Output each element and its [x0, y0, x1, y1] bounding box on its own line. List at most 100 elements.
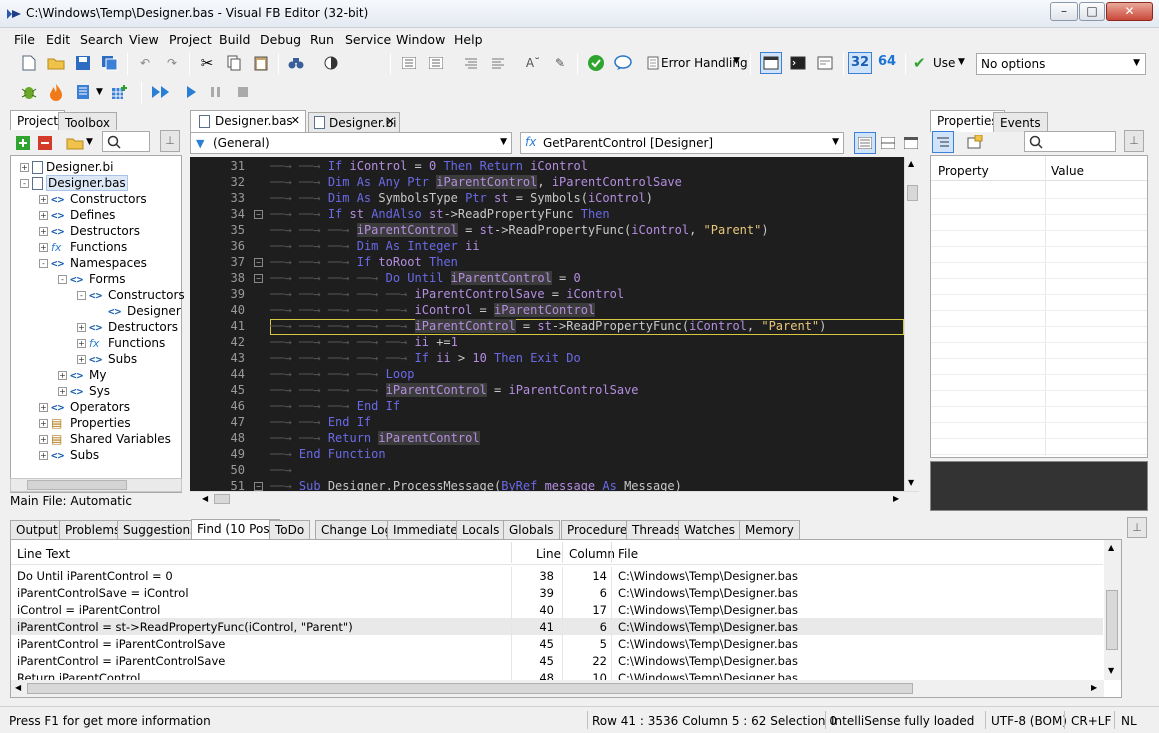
- use-button[interactable]: Use: [933, 56, 955, 70]
- tree-item[interactable]: - <> Forms: [58, 271, 125, 287]
- menu-build[interactable]: Build: [219, 32, 250, 47]
- code-line[interactable]: 45 ──→ ──→ ──→ ──→ iParentControl = iPare…: [190, 383, 904, 399]
- find-row[interactable]: iParentControl = st->ReadPropertyFunc(iC…: [11, 618, 1103, 635]
- find-row[interactable]: iControl = iParentControl 40 17 C:\Windows\…: [11, 601, 1103, 618]
- menu-file[interactable]: File: [14, 32, 35, 47]
- add-icon[interactable]: [12, 132, 34, 154]
- uncomment-icon[interactable]: [487, 52, 509, 74]
- menu-window[interactable]: Window: [396, 32, 445, 47]
- expand-toggle-icon[interactable]: +: [20, 162, 29, 172]
- code-line[interactable]: 37− ──→ ──→ ──→ If toRoot Then: [190, 255, 904, 271]
- code-line[interactable]: 34− ──→ ──→ If st AndAlso st->ReadPropert…: [190, 207, 904, 223]
- bottom-tab[interactable]: ToDo: [269, 520, 311, 539]
- code-line[interactable]: 36 ──→ ──→ ──→ Dim As Integer ii: [190, 239, 904, 255]
- project-search-input[interactable]: [102, 131, 150, 152]
- property-column-header[interactable]: Property: [938, 164, 989, 178]
- build-options-icon[interactable]: [72, 81, 94, 103]
- procedure-select[interactable]: fx GetParentControl [Designer] ▼: [520, 132, 844, 154]
- code-view-icon[interactable]: [854, 132, 876, 154]
- outdent-icon[interactable]: [425, 52, 447, 74]
- find-row[interactable]: iParentControlSave = iControl 39 6 C:\Windo…: [11, 584, 1103, 601]
- scroll-down-icon[interactable]: ▼: [1108, 666, 1114, 675]
- find-horizontal-scrollbar[interactable]: ◀ ▶: [11, 680, 1104, 697]
- maximize-button[interactable]: □: [1079, 2, 1105, 21]
- pause-icon[interactable]: [205, 81, 227, 103]
- tab-toolbox[interactable]: Toolbox: [58, 112, 117, 132]
- tab-designer-bas[interactable]: Designer.bas ✕: [190, 110, 306, 132]
- tree-item[interactable]: + <> Sys: [58, 383, 110, 399]
- code-line[interactable]: 40 ──→ ──→ ──→ ──→ ──→ iControl = iParent…: [190, 303, 904, 319]
- expand-toggle-icon[interactable]: +: [77, 322, 86, 332]
- find-row[interactable]: iParentControl = iParentControlSave 45 22 C…: [11, 652, 1103, 669]
- fold-toggle-icon[interactable]: −: [254, 258, 263, 267]
- fold-toggle-icon[interactable]: −: [254, 274, 263, 283]
- code-line[interactable]: 47 ──→ ──→ End If: [190, 415, 904, 431]
- folder-icon[interactable]: [64, 132, 86, 154]
- copy-icon[interactable]: [223, 52, 245, 74]
- find-icon[interactable]: [285, 52, 307, 74]
- tab-events[interactable]: Events: [993, 112, 1048, 132]
- tab-project[interactable]: Project: [10, 110, 66, 132]
- bottom-tab[interactable]: Locals: [456, 520, 506, 539]
- chevron-down-icon[interactable]: ▼: [86, 137, 93, 147]
- bug-icon[interactable]: [18, 81, 40, 103]
- value-column-header[interactable]: Value: [1051, 164, 1084, 178]
- code-line[interactable]: 39 ──→ ──→ ──→ ──→ ──→ iParentControlSave…: [190, 287, 904, 303]
- split-view-icon[interactable]: [877, 132, 899, 154]
- expand-toggle-icon[interactable]: +: [58, 386, 67, 396]
- menu-debug[interactable]: Debug: [260, 32, 301, 47]
- code-line[interactable]: 46 ──→ ──→ ──→ End If: [190, 399, 904, 415]
- expand-toggle-icon[interactable]: +: [39, 402, 48, 412]
- scroll-right-icon[interactable]: ▶: [1091, 683, 1097, 692]
- tree-item[interactable]: + <> Constructors: [39, 191, 147, 207]
- redo-icon[interactable]: ↷: [161, 52, 183, 74]
- menu-service[interactable]: Service: [345, 32, 391, 47]
- expand-toggle-icon[interactable]: +: [39, 242, 48, 252]
- chevron-down-icon[interactable]: ▼: [958, 57, 965, 67]
- fold-toggle-icon[interactable]: −: [254, 482, 263, 491]
- tree-item[interactable]: - <> Namespaces: [39, 255, 147, 271]
- comment-icon[interactable]: [460, 52, 482, 74]
- tree-item[interactable]: - Designer.bas: [20, 175, 128, 191]
- categorized-icon[interactable]: [932, 131, 954, 153]
- format-icon[interactable]: A˘: [522, 52, 544, 74]
- tree-item[interactable]: - <> Constructors: [77, 287, 185, 303]
- code-line[interactable]: 32 ──→ ──→ Dim As Any Ptr iParentControl,…: [190, 175, 904, 191]
- tree-item[interactable]: + fx Functions: [39, 239, 127, 255]
- expand-toggle-icon[interactable]: +: [77, 354, 86, 364]
- bottom-tab[interactable]: Output: [10, 520, 64, 539]
- col-column[interactable]: Column: [569, 547, 615, 561]
- project-grid-icon[interactable]: [108, 81, 130, 103]
- syntax-check-icon[interactable]: [585, 52, 607, 74]
- property-pages-icon[interactable]: [964, 131, 986, 153]
- expand-toggle-icon[interactable]: +: [39, 194, 48, 204]
- tree-item[interactable]: + <> Defines: [39, 207, 115, 223]
- scroll-right-icon[interactable]: ▶: [893, 494, 899, 503]
- open-folder-icon[interactable]: [45, 52, 67, 74]
- options-select[interactable]: No options ▼: [976, 53, 1146, 75]
- chevron-down-icon[interactable]: ▼: [96, 87, 103, 97]
- pin-icon[interactable]: ⊥: [160, 130, 180, 152]
- find-row[interactable]: iParentControl = iParentControlSave 45 5 C:…: [11, 635, 1103, 652]
- menu-edit[interactable]: Edit: [46, 32, 70, 47]
- suggestions-icon[interactable]: [612, 52, 634, 74]
- code-line[interactable]: 48 ──→ ──→ Return iParentControl: [190, 431, 904, 447]
- minimize-button[interactable]: –: [1050, 2, 1078, 21]
- compile-flame-icon[interactable]: [45, 81, 67, 103]
- expand-toggle-icon[interactable]: +: [39, 210, 48, 220]
- code-line[interactable]: 44 ──→ ──→ ──→ ──→ Loop: [190, 367, 904, 383]
- save-icon[interactable]: [72, 52, 94, 74]
- expand-toggle-icon[interactable]: +: [58, 370, 67, 380]
- console-view-icon[interactable]: [787, 52, 809, 74]
- code-line[interactable]: 50 ──→: [190, 463, 904, 479]
- close-button[interactable]: ✕: [1106, 2, 1153, 21]
- bottom-tab[interactable]: Suggestions: [117, 520, 203, 539]
- menu-project[interactable]: Project: [169, 32, 212, 47]
- expand-toggle-icon[interactable]: -: [20, 178, 29, 188]
- run-icon[interactable]: [180, 81, 202, 103]
- expand-toggle-icon[interactable]: +: [39, 226, 48, 236]
- menu-search[interactable]: Search: [80, 32, 123, 47]
- contrast-icon[interactable]: [320, 52, 342, 74]
- bottom-tab[interactable]: Globals: [503, 520, 560, 539]
- cut-icon[interactable]: ✂: [196, 52, 218, 74]
